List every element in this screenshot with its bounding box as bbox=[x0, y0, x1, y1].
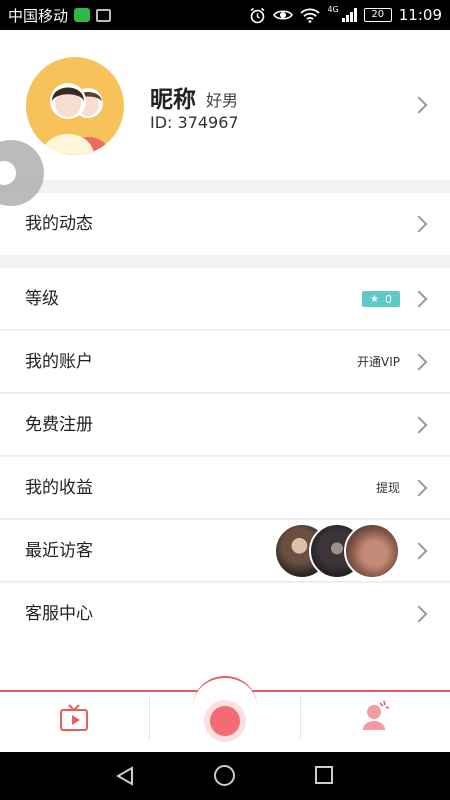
level-value: 0 bbox=[384, 292, 392, 306]
network-type-label: 4G bbox=[327, 4, 339, 14]
wifi-icon bbox=[300, 8, 321, 23]
menu-item-moments[interactable]: 我的动态 bbox=[0, 193, 450, 255]
person-icon[interactable] bbox=[360, 700, 390, 732]
divider bbox=[0, 518, 450, 519]
chevron-right-icon bbox=[410, 215, 428, 233]
menu-item-label: 免费注册 bbox=[25, 415, 93, 435]
menu-item-customer-service[interactable]: 客服中心 bbox=[0, 583, 450, 645]
tab-separator bbox=[149, 696, 150, 740]
divider bbox=[0, 455, 450, 456]
gallery-notification-icon bbox=[96, 8, 112, 22]
signal-icon bbox=[341, 8, 357, 22]
chevron-right-icon bbox=[410, 479, 428, 497]
menu-item-earnings[interactable]: 我的收益 提现 bbox=[0, 457, 450, 519]
wechat-notification-icon bbox=[74, 8, 91, 22]
back-icon[interactable] bbox=[115, 766, 135, 786]
record-button[interactable] bbox=[204, 700, 246, 742]
nickname: 昵称 bbox=[150, 87, 196, 113]
visitor-avatar[interactable] bbox=[344, 523, 400, 579]
battery-icon: 20 bbox=[363, 8, 392, 22]
chevron-right-icon bbox=[410, 96, 428, 114]
status-bar: 中国移动 4G 20 11:09 bbox=[0, 0, 450, 30]
tv-icon[interactable] bbox=[59, 702, 89, 732]
withdraw-link[interactable]: 提现 bbox=[376, 457, 400, 519]
home-icon[interactable] bbox=[214, 765, 235, 786]
gender-label: 好男 bbox=[206, 91, 239, 110]
default-avatar-icon bbox=[42, 83, 110, 155]
chevron-right-icon bbox=[410, 605, 428, 623]
chevron-right-icon bbox=[410, 542, 428, 560]
menu-item-account[interactable]: 我的账户 开通VIP bbox=[0, 331, 450, 393]
user-avatar[interactable] bbox=[26, 57, 124, 155]
user-id: ID: 374967 bbox=[150, 113, 239, 132]
menu-item-label: 我的收益 bbox=[25, 478, 93, 498]
menu-item-visitors[interactable]: 最近访客 bbox=[0, 520, 450, 582]
menu-item-label: 客服中心 bbox=[25, 604, 93, 624]
menu-item-level[interactable]: 等级 ★ 0 bbox=[0, 268, 450, 330]
open-vip-link[interactable]: 开通VIP bbox=[357, 331, 400, 393]
menu-item-register[interactable]: 免费注册 bbox=[0, 394, 450, 456]
star-icon: ★ bbox=[370, 293, 379, 305]
chevron-right-icon bbox=[410, 290, 428, 308]
clock: 11:09 bbox=[398, 6, 442, 24]
carrier-label: 中国移动 bbox=[8, 6, 69, 25]
divider bbox=[0, 581, 450, 582]
level-badge: ★ 0 bbox=[362, 291, 400, 307]
visitor-avatars bbox=[274, 522, 400, 580]
menu-item-label: 最近访客 bbox=[25, 541, 93, 561]
menu-item-label: 我的动态 bbox=[25, 214, 93, 234]
eye-icon bbox=[273, 10, 294, 20]
tab-separator bbox=[300, 696, 301, 740]
profile-card[interactable]: 昵称 好男 ID: 374967 bbox=[0, 30, 450, 180]
system-navigation-bar bbox=[0, 752, 450, 800]
recent-apps-icon[interactable] bbox=[315, 766, 333, 784]
menu-item-label: 等级 bbox=[25, 289, 59, 309]
divider bbox=[0, 329, 450, 330]
chevron-right-icon bbox=[410, 416, 428, 434]
alarm-icon bbox=[250, 7, 265, 23]
divider bbox=[0, 392, 450, 393]
menu-item-label: 我的账户 bbox=[25, 352, 93, 372]
chevron-right-icon bbox=[410, 353, 428, 371]
